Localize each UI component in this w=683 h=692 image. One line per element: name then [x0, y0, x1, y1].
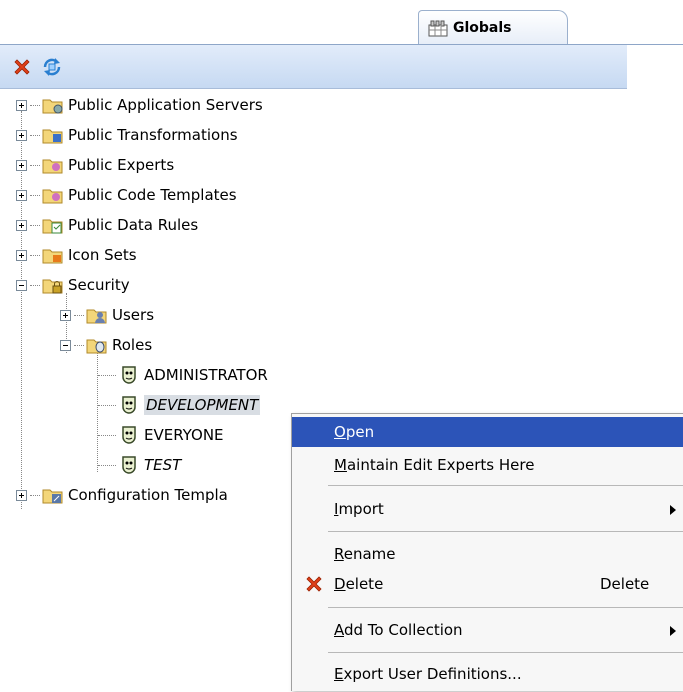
- folder-icon-sets-icon: [42, 249, 63, 264]
- menu-item-label: Delete: [334, 575, 384, 593]
- menu-item-export-user-definitions[interactable]: Export User Definitions...: [292, 659, 683, 689]
- globals-icon: [428, 20, 448, 36]
- tree-item-role-development[interactable]: DEVELOPMENT: [98, 390, 261, 420]
- tree-item-label: Users: [112, 306, 155, 324]
- expand-toggle[interactable]: [16, 189, 27, 201]
- tree-item-role-everyone[interactable]: EVERYONE: [98, 420, 224, 450]
- tree-item-label: Configuration Templa: [68, 486, 228, 504]
- role-mask-icon: [122, 456, 136, 474]
- menu-item-label: Open: [334, 423, 375, 441]
- menu-item-label: Add To Collection: [334, 621, 463, 639]
- folder-lock-icon: [42, 279, 63, 294]
- menu-separator: [328, 531, 683, 532]
- menu-item-open[interactable]: Open: [292, 417, 683, 447]
- tab-globals[interactable]: Globals: [418, 10, 568, 44]
- menu-item-label: Export User Definitions...: [334, 665, 522, 683]
- menu-item-maintain-edit-experts[interactable]: Maintain Edit Experts Here: [292, 450, 683, 480]
- tree-item-label: Public Data Rules: [68, 216, 199, 234]
- folder-transformations-icon: [42, 129, 63, 144]
- menu-item-import[interactable]: Import: [292, 494, 683, 524]
- menu-item-add-to-collection[interactable]: Add To Collection: [292, 615, 683, 645]
- tree-item-label: Public Experts: [68, 156, 175, 174]
- menu-item-delete[interactable]: Delete Delete: [292, 569, 683, 599]
- menu-item-rename[interactable]: Rename: [292, 539, 683, 569]
- folder-code-templates-icon: [42, 189, 63, 204]
- tree-item-label: Roles: [112, 336, 153, 354]
- tree-item-label: TEST: [144, 456, 182, 474]
- menu-item-accelerator: Delete: [600, 575, 650, 593]
- folder-server-icon: [42, 99, 63, 114]
- red-x-icon: [14, 58, 30, 75]
- context-menu: Open Maintain Edit Experts Here Import R…: [291, 413, 683, 691]
- expand-toggle[interactable]: [16, 219, 27, 231]
- tree-item-label: Public Code Templates: [68, 186, 237, 204]
- tree-item-icon-sets[interactable]: Icon Sets: [16, 240, 137, 270]
- menu-item-label: Rename: [334, 545, 396, 563]
- expand-toggle[interactable]: [16, 159, 27, 171]
- expand-toggle[interactable]: [16, 99, 27, 111]
- tree-item-label: EVERYONE: [144, 426, 224, 444]
- tree-item-label: Public Application Servers: [68, 96, 263, 114]
- expand-toggle[interactable]: [16, 129, 27, 141]
- collapse-toggle[interactable]: [16, 279, 27, 291]
- folder-roles-icon: [86, 339, 107, 354]
- tree-item-public-code-templates[interactable]: Public Code Templates: [16, 180, 237, 210]
- role-mask-icon: [122, 396, 136, 414]
- expand-toggle[interactable]: [16, 489, 27, 501]
- tree-item-label: DEVELOPMENT: [144, 395, 261, 415]
- tree-item-label: Icon Sets: [68, 246, 137, 264]
- tree-item-public-experts[interactable]: Public Experts: [16, 150, 174, 180]
- menu-separator: [328, 607, 683, 608]
- folder-configuration-icon: [42, 489, 63, 504]
- expand-toggle[interactable]: [60, 309, 71, 321]
- red-x-icon: [306, 576, 322, 592]
- tree-item-role-test[interactable]: TEST: [98, 450, 181, 480]
- tree-item-label: ADMINISTRATOR: [144, 366, 268, 384]
- menu-separator: [328, 485, 683, 486]
- role-mask-icon: [122, 366, 136, 384]
- tree-item-label: Security: [68, 276, 130, 294]
- tab-label: Globals: [453, 19, 512, 36]
- delete-button[interactable]: [10, 55, 34, 79]
- tree-item-public-application-servers[interactable]: Public Application Servers: [16, 90, 263, 120]
- menu-item-label: Maintain Edit Experts Here: [334, 456, 535, 474]
- refresh-icon: [43, 57, 61, 76]
- folder-experts-icon: [42, 159, 63, 174]
- submenu-arrow-icon: [670, 626, 676, 636]
- collapse-toggle[interactable]: [60, 339, 71, 351]
- tree-item-security[interactable]: Security: [16, 270, 130, 300]
- menu-separator: [328, 652, 683, 653]
- menu-item-label: Import: [334, 500, 384, 518]
- expand-toggle[interactable]: [16, 249, 27, 261]
- folder-data-rules-icon: [42, 219, 63, 234]
- role-mask-icon: [122, 426, 136, 444]
- refresh-button[interactable]: [40, 55, 64, 79]
- tree-item-label: Public Transformations: [68, 126, 238, 144]
- toolbar: [0, 45, 627, 89]
- tree-item-users[interactable]: Users: [60, 300, 154, 330]
- tree-item-public-data-rules[interactable]: Public Data Rules: [16, 210, 198, 240]
- tree-item-public-transformations[interactable]: Public Transformations: [16, 120, 238, 150]
- folder-users-icon: [86, 309, 107, 324]
- submenu-arrow-icon: [670, 505, 676, 515]
- tree-item-roles[interactable]: Roles: [60, 330, 152, 360]
- tree-item-configuration-templates[interactable]: Configuration Templa: [16, 480, 228, 510]
- tree-item-role-administrator[interactable]: ADMINISTRATOR: [98, 360, 268, 390]
